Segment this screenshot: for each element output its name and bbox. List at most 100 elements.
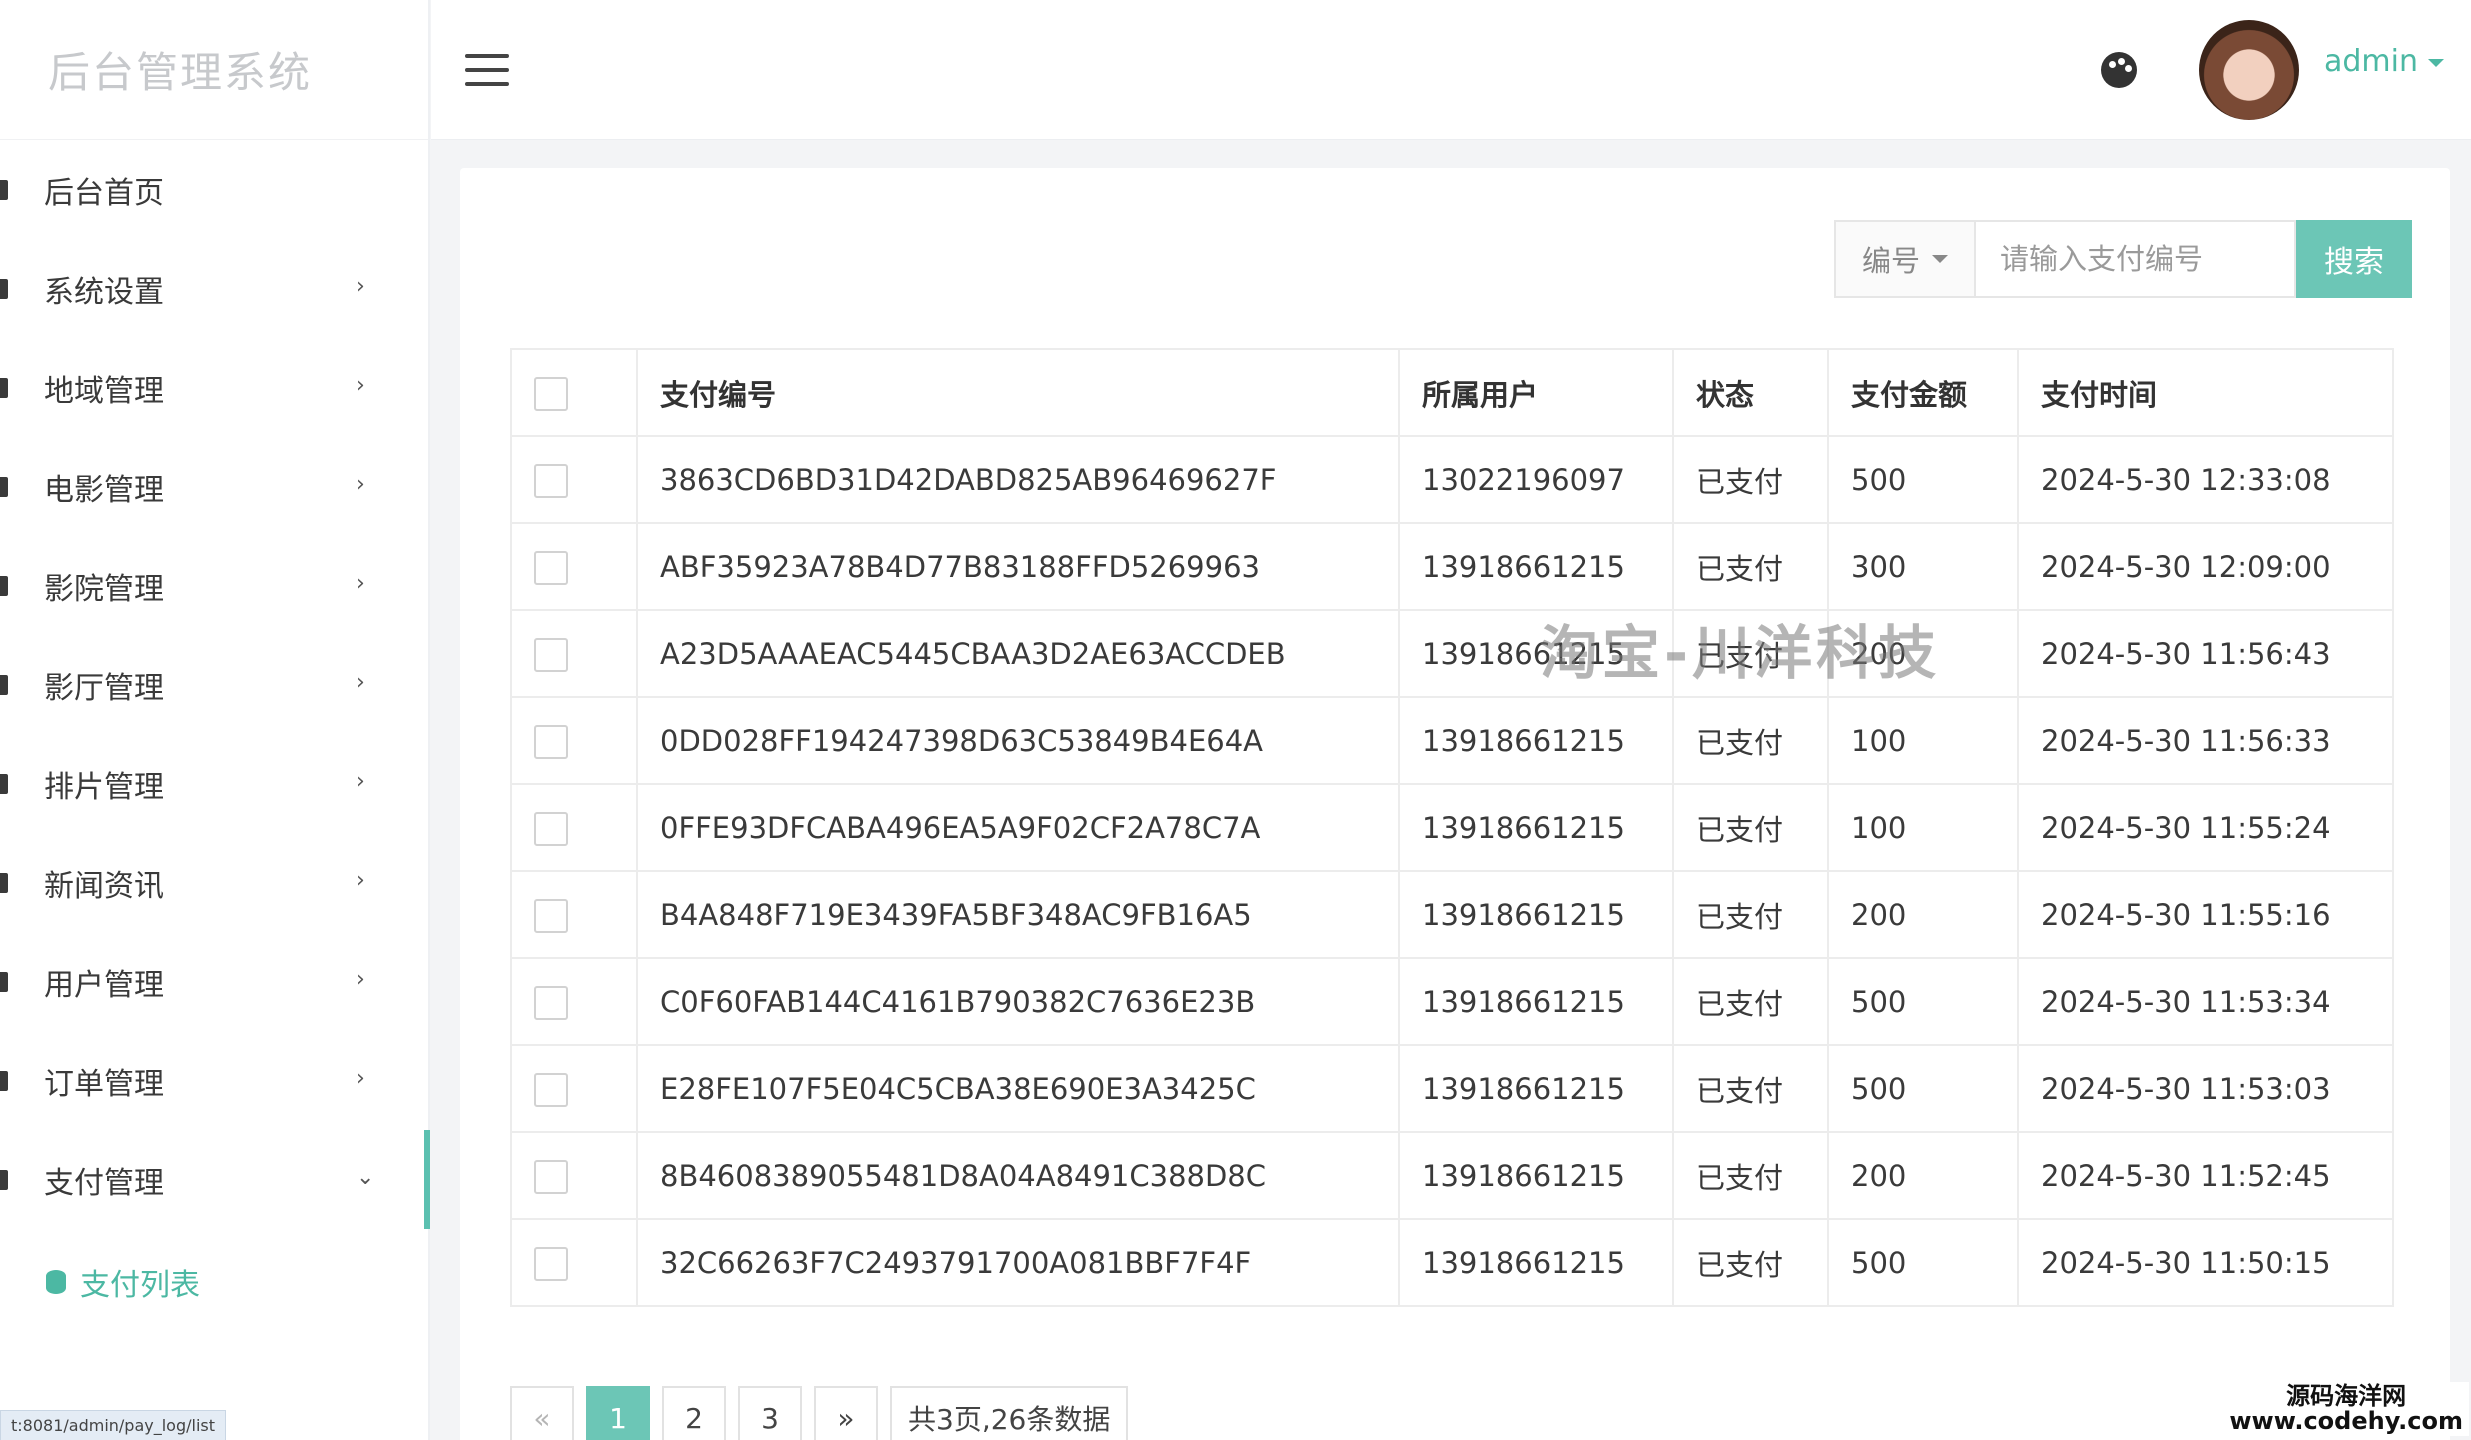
sidebar-item-system-settings[interactable]: 系统设置 › (0, 239, 428, 338)
row-select-cell (510, 522, 638, 611)
cell-user: 13918661215 (1398, 1044, 1674, 1133)
search-input[interactable] (1974, 220, 2296, 298)
search-field-select[interactable]: 编号 (1834, 220, 1974, 298)
row-checkbox[interactable] (534, 724, 568, 759)
row-checkbox[interactable] (534, 985, 568, 1020)
payment-table: 支付编号 所属用户 状态 支付金额 支付时间 3863CD6BD31D42DAB… (510, 348, 2394, 1307)
table-row: 3863CD6BD31D42DABD825AB96469627F 13022196… (510, 435, 2394, 524)
sidebar-item-label: 地域管理 (44, 373, 164, 409)
caret-down-icon (1932, 255, 1948, 263)
chevron-right-icon: › (356, 570, 365, 596)
brand-title: 后台管理系统 (0, 0, 428, 140)
table-row: C0F60FAB144C4161B790382C7636E23B 13918661… (510, 957, 2394, 1046)
palette-icon[interactable] (2101, 52, 2137, 88)
sidebar-item-hall[interactable]: 影厅管理 › (0, 635, 428, 734)
calendar-icon (0, 773, 8, 794)
page-button-1[interactable]: 1 (586, 1386, 650, 1440)
cell-pay-no: 0DD028FF194247398D63C53849B4E64A (636, 696, 1400, 785)
pagination: « 1 2 3 » 共3页,26条数据 (510, 1386, 1140, 1440)
cell-user: 13918661215 (1398, 696, 1674, 785)
cell-pay-no: A23D5AAAEAC5445CBAA3D2AE63ACCDEB (636, 609, 1400, 698)
row-checkbox[interactable] (534, 1072, 568, 1107)
cell-user: 13918661215 (1398, 870, 1674, 959)
next-page-button[interactable]: » (814, 1386, 878, 1440)
row-select-cell (510, 783, 638, 872)
row-checkbox[interactable] (534, 1246, 568, 1281)
row-checkbox[interactable] (534, 463, 568, 498)
row-checkbox[interactable] (534, 637, 568, 672)
cell-time: 2024-5-30 11:56:33 (2017, 696, 2394, 785)
row-checkbox[interactable] (534, 550, 568, 585)
row-checkbox[interactable] (534, 898, 568, 933)
column-header-pay-no: 支付编号 (636, 348, 1400, 437)
cell-time: 2024-5-30 11:56:43 (2017, 609, 2394, 698)
cell-status: 已支付 (1672, 1131, 1829, 1220)
table-header-row: 支付编号 所属用户 状态 支付金额 支付时间 (510, 348, 2394, 437)
sidebar-item-home[interactable]: 后台首页 (0, 140, 428, 239)
row-checkbox[interactable] (534, 1159, 568, 1194)
sidebar-item-region[interactable]: 地域管理 › (0, 338, 428, 437)
sidebar-item-payment[interactable]: 支付管理 ⌄ (0, 1130, 430, 1229)
site-watermark: 源码海洋网 www.codehy.com (2223, 1381, 2469, 1436)
table-row: 0FFE93DFCABA496EA5A9F02CF2A78C7A 13918661… (510, 783, 2394, 872)
search-button[interactable]: 搜索 (2296, 220, 2412, 298)
sidebar-item-cinema[interactable]: 影院管理 › (0, 536, 428, 635)
site-watermark-url: www.codehy.com (2229, 1406, 2463, 1435)
cell-status: 已支付 (1672, 609, 1829, 698)
row-select-cell (510, 1044, 638, 1133)
map-icon (0, 377, 8, 398)
column-header-user: 所属用户 (1398, 348, 1674, 437)
content-card: 编号 搜索 支付编号 所属用户 状态 支付金额 支付时间 3863CD6BD31… (460, 168, 2450, 1440)
cell-status: 已支付 (1672, 870, 1829, 959)
cell-time: 2024-5-30 12:09:00 (2017, 522, 2394, 611)
cell-user: 13918661215 (1398, 609, 1674, 698)
row-select-cell (510, 435, 638, 524)
cell-time: 2024-5-30 11:55:16 (2017, 870, 2394, 959)
search-bar: 编号 搜索 (1834, 220, 2412, 298)
film-icon (0, 476, 8, 497)
chevron-right-icon: › (356, 867, 365, 893)
page-button-3[interactable]: 3 (738, 1386, 802, 1440)
gear-icon (0, 278, 8, 299)
sidebar-item-movie[interactable]: 电影管理 › (0, 437, 428, 536)
cell-time: 2024-5-30 12:33:08 (2017, 435, 2394, 524)
chevron-right-icon: › (356, 768, 365, 794)
cell-time: 2024-5-30 11:53:03 (2017, 1044, 2394, 1133)
sidebar-item-label: 后台首页 (44, 175, 164, 211)
row-checkbox[interactable] (534, 811, 568, 846)
prev-page-button[interactable]: « (510, 1386, 574, 1440)
cell-amount: 200 (1827, 870, 2019, 959)
caret-down-icon (2428, 58, 2444, 67)
user-menu[interactable]: admin (2324, 44, 2444, 79)
sidebar-item-label: 影院管理 (44, 571, 164, 607)
user-name-label: admin (2324, 44, 2418, 79)
menu-toggle-icon[interactable] (465, 54, 509, 86)
sidebar-subitem-payment-list[interactable]: 支付列表 (0, 1229, 428, 1335)
sidebar-item-label: 新闻资讯 (44, 868, 164, 904)
row-select-cell (510, 609, 638, 698)
avatar[interactable] (2199, 20, 2299, 120)
home-icon (0, 179, 8, 200)
cell-user: 13918661215 (1398, 522, 1674, 611)
sidebar-item-label: 系统设置 (44, 274, 164, 310)
table-row: A23D5AAAEAC5445CBAA3D2AE63ACCDEB 13918661… (510, 609, 2394, 698)
select-all-cell (510, 348, 638, 437)
cell-user: 13022196097 (1398, 435, 1674, 524)
cell-user: 13918661215 (1398, 783, 1674, 872)
cell-status: 已支付 (1672, 696, 1829, 785)
cell-pay-no: 8B4608389055481D8A04A8491C388D8C (636, 1131, 1400, 1220)
sidebar-item-users[interactable]: 用户管理 › (0, 932, 428, 1031)
table-row: 0DD028FF194247398D63C53849B4E64A 13918661… (510, 696, 2394, 785)
chevron-right-icon: › (356, 372, 365, 398)
sidebar-item-label: 支付管理 (44, 1165, 164, 1201)
select-all-checkbox[interactable] (534, 376, 568, 411)
sidebar-item-schedule[interactable]: 排片管理 › (0, 734, 428, 833)
chevron-right-icon: › (356, 471, 365, 497)
cell-amount: 300 (1827, 522, 2019, 611)
sidebar: 后台管理系统 后台首页 系统设置 › 地域管理 › 电影管理 › 影院管理 › (0, 0, 430, 1440)
page-button-2[interactable]: 2 (662, 1386, 726, 1440)
sidebar-item-orders[interactable]: 订单管理 › (0, 1031, 428, 1130)
row-select-cell (510, 1131, 638, 1220)
row-select-cell (510, 696, 638, 785)
sidebar-item-news[interactable]: 新闻资讯 › (0, 833, 428, 932)
